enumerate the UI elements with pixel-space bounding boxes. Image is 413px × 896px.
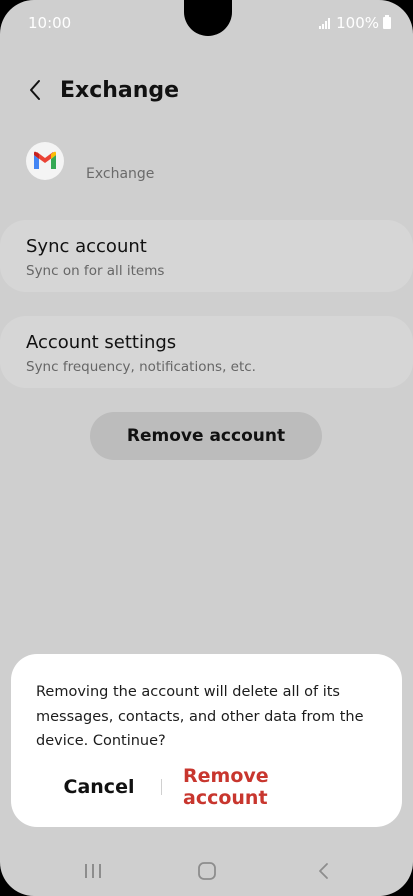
status-bar: 10:00 100% (0, 0, 413, 46)
dialog-message: Removing the account will delete all of … (36, 684, 364, 749)
navigation-bar (0, 848, 413, 896)
sync-account-subtitle: Sync on for all items (26, 263, 165, 279)
confirm-remove-button[interactable]: Remove account (183, 765, 355, 809)
dialog-actions: Cancel Remove account (11, 765, 402, 809)
back-icon[interactable] (24, 79, 46, 101)
home-icon[interactable] (191, 858, 223, 884)
account-settings-subtitle: Sync frequency, notifications, etc. (26, 359, 256, 375)
phone-screen: 10:00 100% Exchange Exchange Sync accoun… (0, 0, 413, 896)
cancel-button[interactable]: Cancel (51, 770, 147, 804)
dialog-divider (161, 779, 162, 795)
back-nav-icon[interactable] (307, 858, 339, 884)
recent-apps-icon[interactable] (77, 858, 109, 884)
account-type-label: Exchange (86, 166, 155, 182)
battery-icon (383, 15, 391, 29)
remove-account-dialog: Removing the account will delete all of … (11, 654, 402, 827)
account-settings-item[interactable]: Account settings Sync frequency, notific… (0, 316, 413, 388)
page-title: Exchange (60, 77, 180, 103)
signal-icon (319, 17, 331, 29)
gmail-icon (26, 142, 64, 180)
sync-account-title: Sync account (26, 236, 147, 257)
account-settings-title: Account settings (26, 332, 177, 353)
sync-account-item[interactable]: Sync account Sync on for all items (0, 220, 413, 292)
remove-account-button[interactable]: Remove account (90, 412, 322, 460)
header: Exchange (24, 70, 179, 110)
status-indicators: 100% (319, 14, 391, 32)
account-row: Exchange (26, 138, 376, 188)
battery-percent: 100% (336, 14, 379, 32)
status-time: 10:00 (28, 14, 72, 32)
